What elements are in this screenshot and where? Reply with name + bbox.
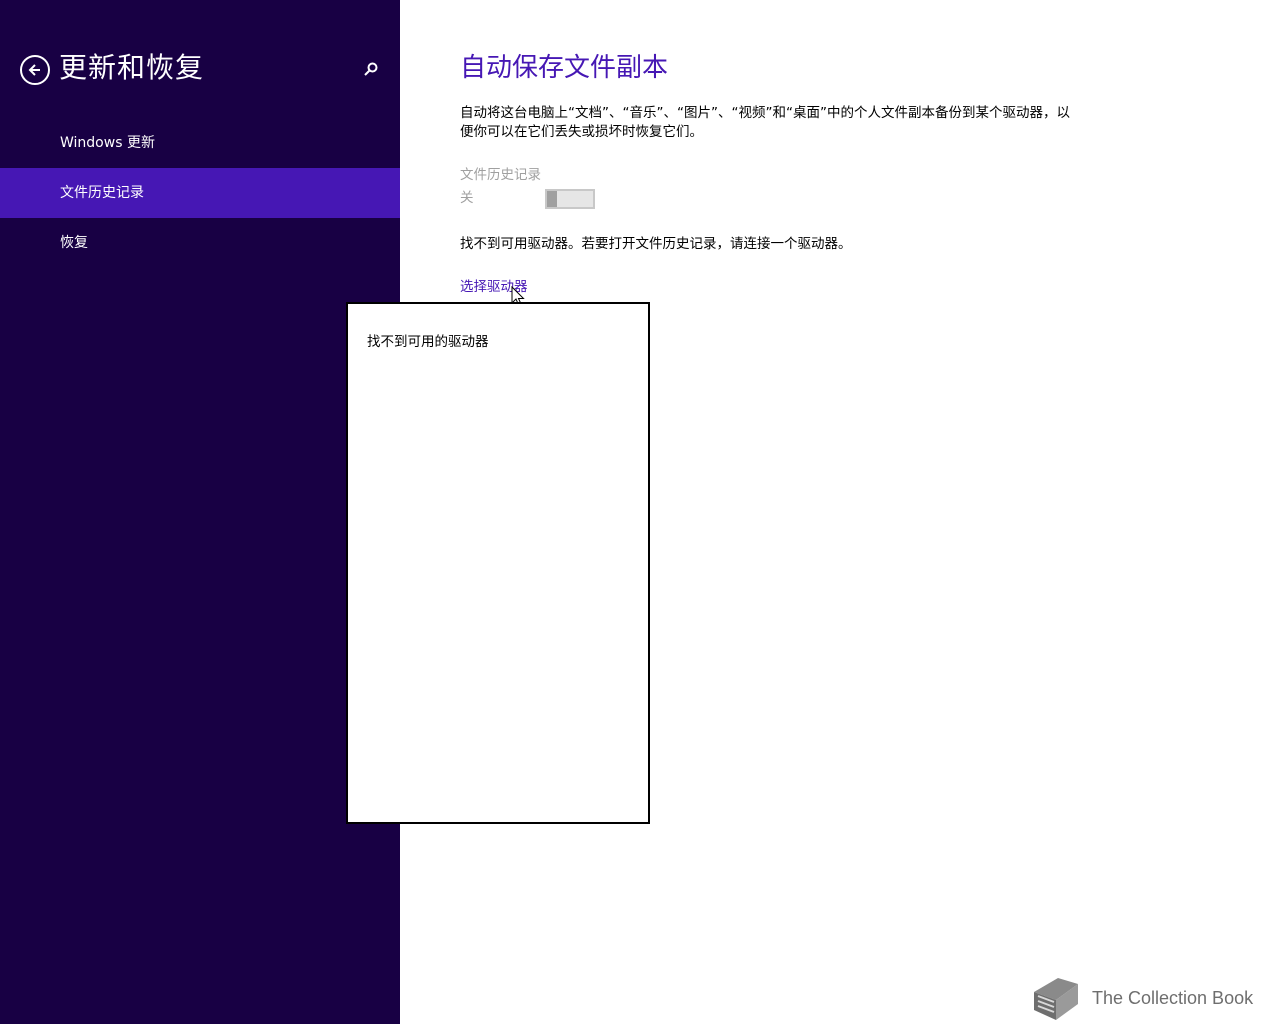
sidebar-item-windows-update[interactable]: Windows 更新	[0, 118, 400, 168]
sidebar-nav: Windows 更新 文件历史记录 恢复	[0, 118, 400, 268]
select-drive-flyout: 找不到可用的驱动器	[346, 302, 650, 824]
back-arrow-icon	[28, 64, 40, 76]
watermark: The Collection Book	[1028, 974, 1253, 1022]
watermark-text: The Collection Book	[1092, 987, 1254, 1008]
toggle-state-text: 关	[460, 190, 474, 206]
sidebar-item-file-history[interactable]: 文件历史记录	[0, 168, 400, 218]
page-description: 自动将这台电脑上“文档”、“音乐”、“图片”、“视频”和“桌面”中的个人文件副本…	[460, 105, 1070, 140]
flyout-no-drive-message: 找不到可用的驱动器	[367, 334, 489, 350]
no-drive-message: 找不到可用驱动器。若要打开文件历史记录，请连接一个驱动器。	[460, 236, 852, 252]
search-button[interactable]	[360, 58, 382, 80]
file-history-toggle[interactable]	[545, 189, 595, 209]
page-title: 自动保存文件副本	[460, 53, 669, 83]
file-history-label: 文件历史记录	[460, 167, 541, 183]
back-button[interactable]	[20, 55, 50, 85]
book-icon	[1034, 978, 1078, 1020]
sidebar-title: 更新和恢复	[59, 51, 205, 84]
toggle-thumb[interactable]	[547, 191, 557, 207]
sidebar-item-recovery[interactable]: 恢复	[0, 218, 400, 268]
sidebar: 更新和恢复 Windows 更新 文件历史记录 恢复	[0, 0, 400, 1024]
search-icon	[364, 62, 378, 76]
